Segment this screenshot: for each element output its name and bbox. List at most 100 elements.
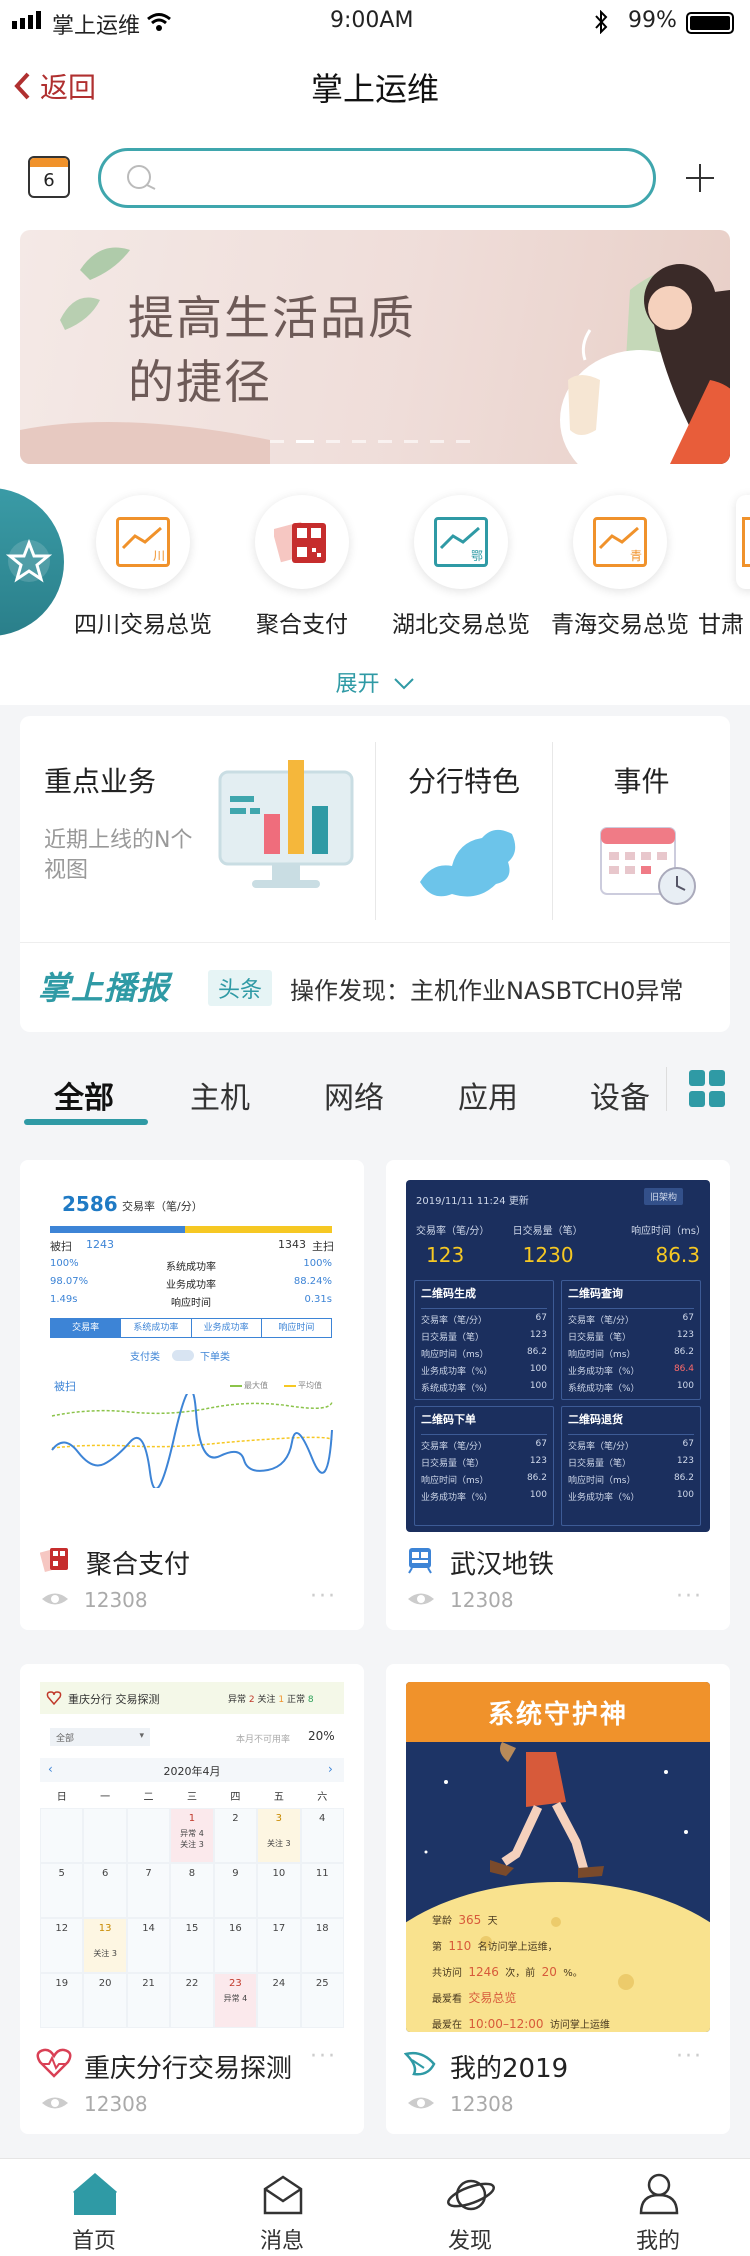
chart-icon	[736, 495, 750, 589]
stat-right: 0.31s	[304, 1294, 332, 1305]
row-value: 100	[529, 1490, 547, 1500]
stat-left: 98.07%	[50, 1276, 89, 1287]
note-focus: 关注 3	[267, 1839, 291, 1848]
calendar-day: 3 关注 3	[257, 1808, 301, 1863]
expand-label: 展开	[335, 672, 380, 697]
broadcast-bar[interactable]: 掌上播报 头条 操作发现：主机作业NASBTCH0异常	[20, 943, 730, 1032]
row-value: 86.4	[673, 1364, 694, 1374]
day-number: 24	[272, 1978, 286, 1989]
row-label: 业务成功率（%）	[421, 1367, 493, 1377]
quick-item-label: 青海交易总览	[551, 612, 689, 638]
more-button[interactable]: ···	[310, 2044, 337, 2069]
eye-icon	[408, 1593, 434, 1605]
quick-item-gansu[interactable]: 甘肃	[698, 495, 750, 639]
eye-icon	[408, 2097, 434, 2109]
quick-item-label: 湖北交易总览	[392, 612, 530, 638]
calendar-day: 23 异常 4	[213, 1973, 258, 2028]
calendar-day: 18	[300, 1918, 344, 1973]
star-icon	[6, 538, 52, 583]
tab-device[interactable]: 设备	[590, 1073, 650, 1117]
envelope-icon	[263, 2175, 303, 2215]
left-value: 1243	[86, 1238, 114, 1251]
day-number: 16	[229, 1923, 242, 1934]
row-label: 业务成功率（%）	[568, 1367, 640, 1377]
events-tile[interactable]: 事件	[553, 716, 730, 942]
toggle-switch	[172, 1350, 194, 1361]
nav-profile[interactable]: 我的	[598, 2159, 718, 2256]
day-number: 17	[272, 1923, 286, 1934]
scan-icon[interactable]	[682, 160, 718, 196]
tab-network[interactable]: 网络	[324, 1073, 384, 1117]
sub-tab: 业务成功率	[190, 1319, 261, 1337]
search-input[interactable]	[165, 159, 625, 197]
key-business-title: 重点业务	[44, 765, 157, 798]
calendar-day: 24	[257, 1973, 301, 2028]
tile-my-2019[interactable]: 系统守护神 掌龄 365 天 第 110 名访问掌上运维， 共访问 1246 次…	[386, 1664, 730, 2134]
weekday-label: 三	[186, 1792, 197, 1803]
row-value: 100	[676, 1381, 694, 1391]
calendar-button[interactable]: 6	[28, 156, 70, 198]
metric-box: 二维码查询 交易率（笔/分） 67 日交易量（笔） 123 响应时间（ms） 86.2 业务成…	[561, 1280, 701, 1400]
more-button[interactable]: ···	[310, 1584, 337, 1609]
month-bar: ‹ 2020年4月 ›	[40, 1758, 344, 1782]
quick-item-hubei[interactable]: 鄂 湖北交易总览	[386, 495, 536, 639]
bluetooth-icon	[595, 10, 608, 34]
box-row: 系统成功率（%） 100	[421, 1381, 547, 1398]
nav-discover[interactable]: 发现	[410, 2159, 530, 2256]
row-value: 67	[535, 1439, 547, 1449]
box-row: 日交易量（笔） 123	[568, 1456, 694, 1473]
kpi-label: 响应时间（ms）	[631, 1226, 707, 1237]
tab-host[interactable]: 主机	[190, 1073, 250, 1117]
calendar-day: 15	[170, 1918, 214, 1973]
row-label: 交易率（笔/分）	[568, 1316, 635, 1326]
grid-view-button[interactable]	[688, 1069, 726, 1109]
calendar-day: 4	[300, 1808, 344, 1863]
kpi-value: 86.3	[655, 1243, 701, 1267]
quick-item-qinghai[interactable]: 青 青海交易总览	[545, 495, 695, 639]
stat-left: 1.49s	[50, 1294, 78, 1305]
day-number: 18	[315, 1923, 329, 1934]
expand-button[interactable]: 展开	[0, 666, 750, 698]
day-number: 11	[315, 1868, 329, 1879]
day-number: 10	[272, 1868, 286, 1879]
legend-avg: 平均值	[284, 1380, 322, 1391]
weekday-label: 四	[230, 1792, 241, 1803]
key-business-tile[interactable]: 重点业务 近期上线的N个视图	[20, 716, 375, 942]
metro-preview: 2019/11/11 11:24 更新 旧架构 交易率（笔/分） 123 日交易量…	[406, 1180, 710, 1532]
tile-title: 武汉地铁	[450, 1550, 555, 1580]
row-label: 日交易量（笔）	[568, 1459, 632, 1469]
nav-home[interactable]: 首页	[34, 2159, 154, 2256]
branch-feature-tile[interactable]: 分行特色	[376, 716, 552, 942]
chart-icon: 川	[96, 495, 190, 589]
tile-chongqing-probe[interactable]: 重庆分行 交易探测 异常 2 关注 1 正常 8 全部 ▾ 本月不可用率 20% …	[20, 1664, 364, 2134]
day-number: 2	[232, 1813, 239, 1824]
more-button[interactable]: ···	[676, 1584, 703, 1609]
day-number: 25	[315, 1978, 329, 1989]
calendar-day: 22	[170, 1973, 214, 2028]
search-box[interactable]	[98, 148, 656, 208]
row-label: 交易率（笔/分）	[421, 1316, 488, 1326]
stat-right: 88.24%	[293, 1276, 332, 1287]
calendar-day: 5	[40, 1863, 84, 1918]
tab-all[interactable]: 全部	[54, 1073, 114, 1117]
box-row: 业务成功率（%） 100	[421, 1490, 547, 1507]
tab-application[interactable]: 应用	[458, 1073, 518, 1117]
rate-value: 2586	[62, 1192, 118, 1216]
quick-item-juhe[interactable]: 聚合支付	[227, 495, 377, 639]
calendar-day: 17	[257, 1918, 301, 1973]
more-button[interactable]: ···	[676, 2044, 703, 2069]
tile-wuhan-metro[interactable]: 2019/11/11 11:24 更新 旧架构 交易率（笔/分） 123 日交易量…	[386, 1160, 730, 1630]
unavail-pct: 20%	[308, 1729, 335, 1743]
monitor-chart-icon	[218, 760, 354, 888]
quick-item-sichuan[interactable]: 川 四川交易总览	[68, 495, 218, 639]
row-label: 业务成功率（%）	[421, 1493, 493, 1503]
legend-max: 最大值	[230, 1380, 268, 1391]
nav-messages[interactable]: 消息	[222, 2159, 342, 2256]
kpi-row: 交易率（笔/分） 123 日交易量（笔） 1230 响应时间（ms） 86.3	[416, 1222, 706, 1267]
box-row: 系统成功率（%） 100	[568, 1381, 694, 1398]
toolbar: 6	[0, 140, 750, 230]
banner[interactable]: 提高生活品质 的捷径	[20, 230, 730, 464]
tile-juhe-payment[interactable]: 2586 交易率（笔/分） 被扫 1243 1343 主扫 100% 系统成功率 1…	[20, 1160, 364, 1630]
calendar-day: 10	[257, 1863, 301, 1918]
calendar-day: 7	[126, 1863, 171, 1918]
